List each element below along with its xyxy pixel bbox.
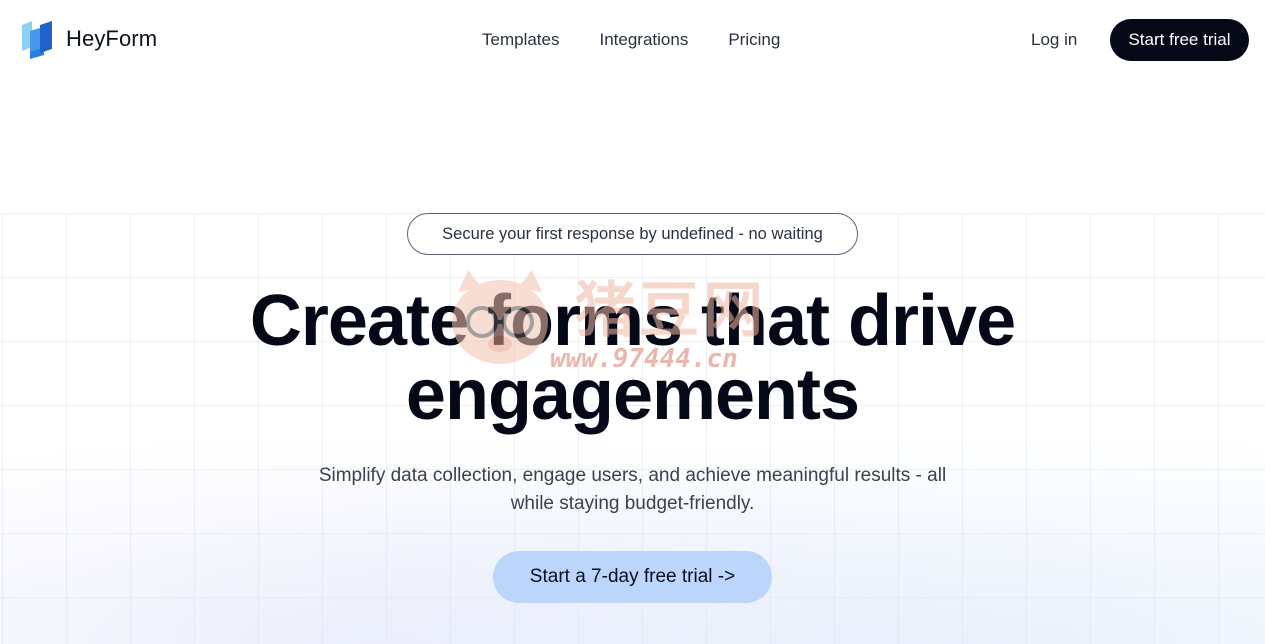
nav-item-integrations[interactable]: Integrations bbox=[599, 28, 688, 52]
site-header: HeyForm Templates Integrations Pricing L… bbox=[0, 0, 1265, 80]
brand-name: HeyForm bbox=[66, 26, 158, 51]
nav-item-pricing[interactable]: Pricing bbox=[728, 28, 780, 52]
main-nav: Templates Integrations Pricing bbox=[482, 28, 820, 52]
watermark: 猪豆网 www.97444.cn bbox=[440, 262, 820, 382]
heyform-logo-icon bbox=[22, 21, 52, 59]
nav-item-templates[interactable]: Templates bbox=[482, 28, 559, 52]
watermark-title: 猪豆网 bbox=[575, 276, 767, 346]
start-7-day-trial-button[interactable]: Start a 7-day free trial -> bbox=[493, 551, 772, 603]
badge-text: Secure your first response by undefined … bbox=[442, 224, 823, 243]
hero-subtitle: Simplify data collection, engage users, … bbox=[318, 465, 947, 514]
start-free-trial-button[interactable]: Start free trial bbox=[1110, 19, 1249, 61]
watermark-url: www.97444.cn bbox=[550, 344, 738, 374]
login-link[interactable]: Log in bbox=[1031, 28, 1077, 52]
landing-page: HeyForm Templates Integrations Pricing L… bbox=[0, 0, 1265, 644]
brand-logo[interactable]: HeyForm bbox=[20, 19, 157, 59]
announcement-badge[interactable]: Secure your first response by undefined … bbox=[407, 213, 858, 255]
pig-icon bbox=[452, 270, 548, 364]
